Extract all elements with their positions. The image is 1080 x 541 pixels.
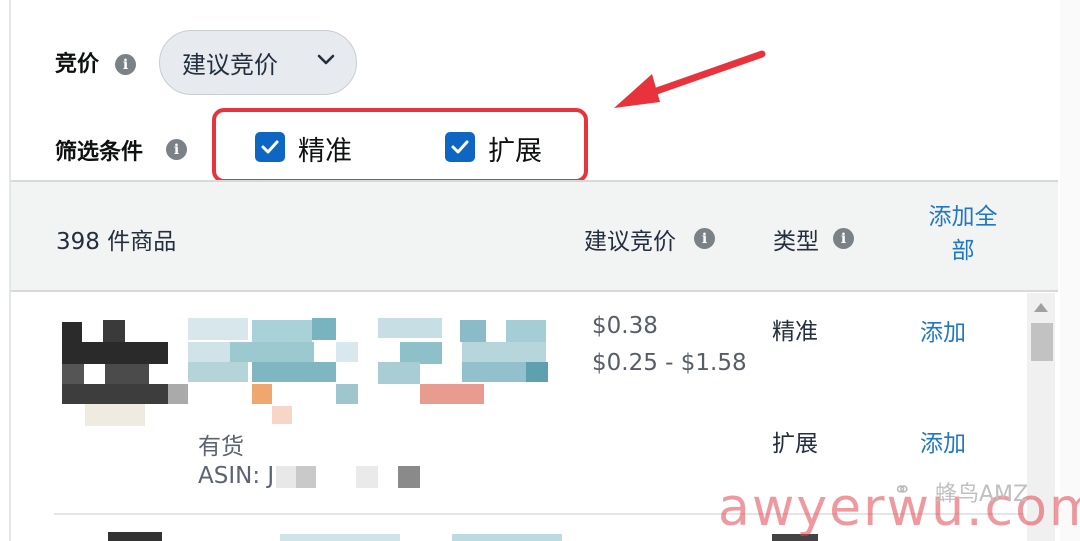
bid-label: 竞价 [55,52,100,77]
suggested-bid-range: $0.25 - $1.58 [592,350,747,376]
suggested-bid-header[interactable]: 建议竞价 [584,222,676,256]
bid-strategy-value: 建议竞价 [182,51,278,79]
suggested-bid-value: $0.38 [592,313,658,339]
suggested-bid-info-icon[interactable]: i [694,228,715,249]
match-type-broad: 扩展 [772,431,818,457]
add-all-line2: 部 [951,238,975,264]
add-broad-link[interactable]: 添加 [920,424,966,458]
bid-strategy-dropdown[interactable]: 建议竞价 [159,30,357,95]
add-exact-link[interactable]: 添加 [920,313,966,347]
stock-status: 有货 [198,434,244,460]
filter-info-icon[interactable]: i [166,139,187,160]
result-count: 398 件商品 [56,229,177,255]
watermark-brand: 蜂鸟AMZ [935,482,1029,507]
add-all-button[interactable]: 添加全 部 [917,200,1009,268]
highlight-box [212,108,588,183]
asin-label: ASIN: J [198,463,275,489]
scroll-up-arrow-icon[interactable] [1034,303,1048,312]
bid-info-icon[interactable]: i [115,54,136,75]
type-header[interactable]: 类型 [773,222,819,256]
add-all-line1: 添加全 [928,204,998,230]
chevron-down-icon [317,54,335,65]
wechat-logo-icon: ⚭ [893,478,912,503]
scroll-thumb[interactable] [1031,323,1053,361]
red-arrow-icon [614,50,766,108]
right-gutter [1060,0,1080,541]
filter-label: 筛选条件 [55,140,144,165]
table-header: 398 件商品 建议竞价 i 类型 i 添加全 部 [11,180,1058,292]
type-info-icon[interactable]: i [833,228,854,249]
match-type-exact: 精准 [772,319,818,345]
